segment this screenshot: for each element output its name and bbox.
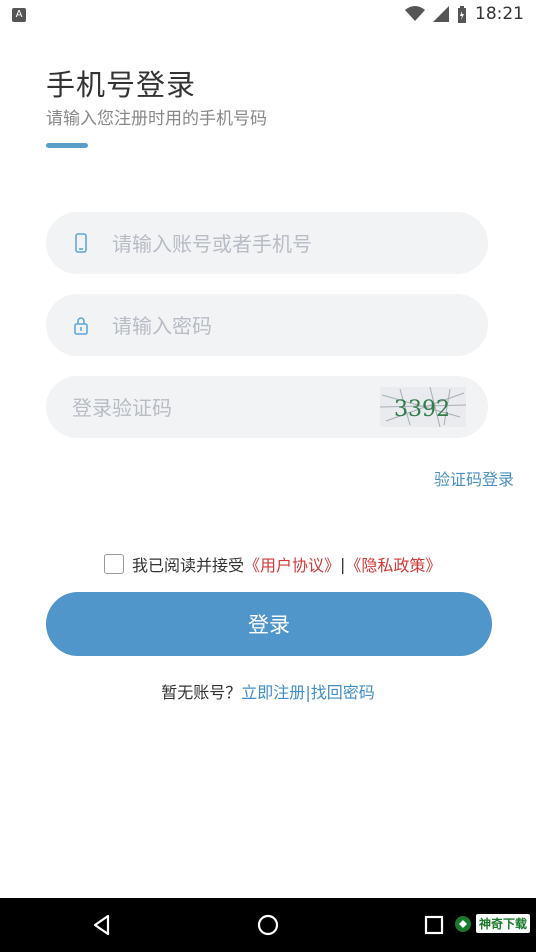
status-time: 18:21 [475,4,524,24]
find-password-link[interactable]: 找回密码 [311,683,375,702]
captcha-image[interactable]: 3392 [380,387,466,427]
signal-icon [433,6,449,22]
status-bar: A 18:21 [0,0,536,30]
password-field[interactable] [46,294,488,358]
agreement-checkbox[interactable] [104,554,124,574]
page-title: 手机号登录 [46,68,197,102]
code-input[interactable] [70,376,364,440]
watermark-text: 神奇下载 [475,914,530,933]
navigation-bar: 神奇下载 [0,898,536,952]
battery-icon [458,5,466,23]
page-subtitle: 请输入您注册时用的手机号码 [46,109,267,129]
agreement-row: 我已阅读并接受 《用户协议》 | 《隐私政策》 [104,552,441,576]
bottom-links: 暂无账号？立即注册|找回密码 [0,679,536,703]
no-account-text: 暂无账号？ [161,683,242,702]
agreement-prefix: 我已阅读并接受 [132,556,245,575]
captcha-text: 3392 [394,397,450,422]
phone-icon [75,233,87,253]
wifi-icon [405,6,425,21]
account-input[interactable] [110,212,454,276]
watermark-logo-icon [454,915,471,932]
watermark: 神奇下载 [454,914,530,933]
code-field[interactable]: 3392 [46,376,488,440]
recents-icon[interactable] [420,911,448,939]
home-icon[interactable] [254,911,282,939]
code-login-link[interactable]: 验证码登录 [434,466,514,490]
register-link[interactable]: 立即注册 [241,683,305,702]
app-notification-icon: A [12,8,26,22]
title-underline [46,143,88,148]
login-button[interactable]: 登录 [46,592,492,656]
back-icon[interactable] [88,911,116,939]
user-agreement-link[interactable]: 《用户协议》 [244,552,340,576]
account-field[interactable] [46,212,488,276]
privacy-policy-link[interactable]: 《隐私政策》 [345,552,441,576]
lock-icon [74,317,88,335]
password-input[interactable] [110,294,454,358]
